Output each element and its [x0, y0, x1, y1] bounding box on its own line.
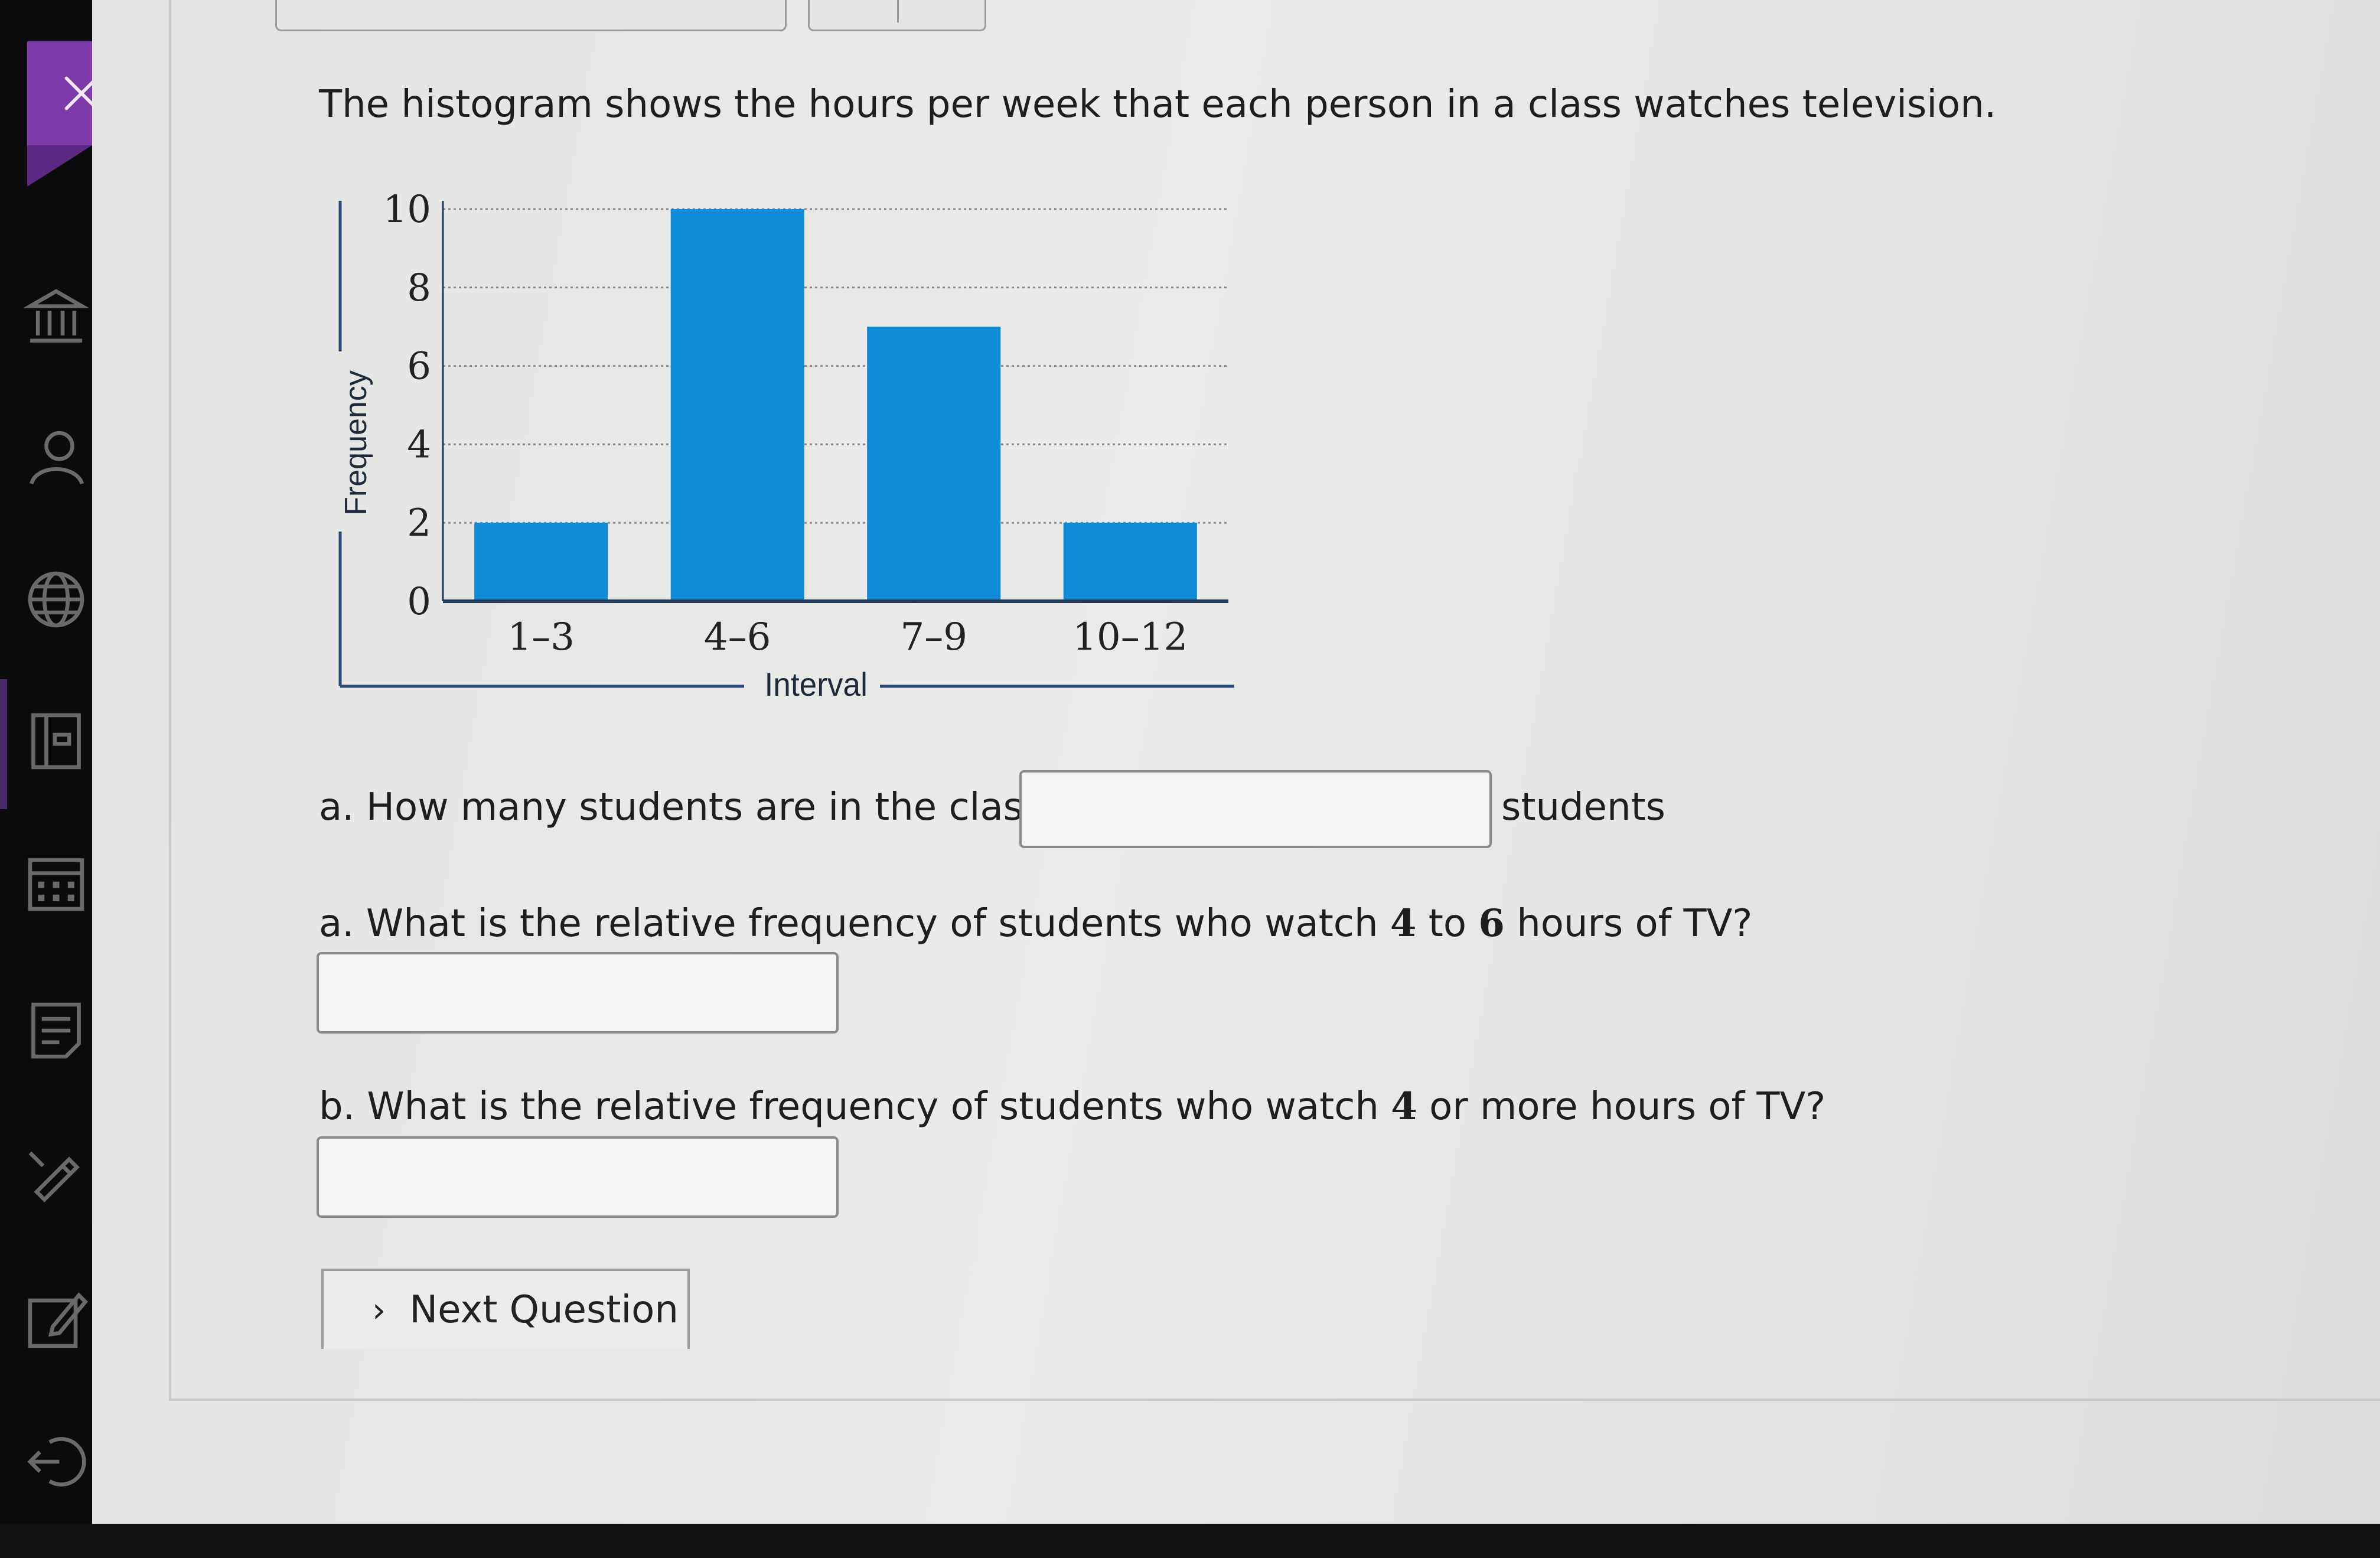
calendar-icon[interactable] [24, 850, 89, 915]
close-tab-flag [27, 145, 92, 187]
x-tick-label: 7–9 [901, 615, 967, 659]
y-tick-label: 10 [383, 188, 431, 232]
bar-2 [670, 209, 804, 601]
active-item-marker [0, 679, 7, 809]
y-tick-label: 8 [407, 266, 431, 310]
bar-3 [867, 327, 1001, 601]
answer-input-relative-frequency-4-plus[interactable] [317, 1136, 839, 1218]
next-question-button[interactable]: › Next Question [321, 1269, 690, 1349]
globe-icon[interactable] [24, 567, 89, 632]
answer-input-relative-frequency-4-6[interactable] [317, 952, 839, 1034]
bank-icon[interactable] [22, 283, 90, 348]
answer-input-students[interactable] [1019, 770, 1492, 848]
x-axis-label: Interval [764, 666, 867, 703]
sidebar [0, 0, 92, 1524]
pencil-icon[interactable] [24, 1140, 89, 1205]
book-icon[interactable] [24, 709, 89, 774]
students-unit-label: students [1501, 785, 1665, 829]
question-a1: a. How many students are in the class? [319, 785, 1063, 829]
edit-icon[interactable] [24, 1288, 89, 1352]
x-tick-label: 4–6 [704, 615, 771, 659]
logout-icon[interactable] [24, 1429, 89, 1494]
y-tick-label: 0 [407, 580, 431, 624]
y-tick-label: 4 [407, 423, 431, 467]
next-question-label: Next Question [409, 1288, 679, 1332]
bar-4 [1063, 523, 1197, 601]
person-icon[interactable] [24, 425, 89, 490]
notes-icon[interactable] [24, 998, 89, 1063]
chevron-right-icon: › [372, 1290, 386, 1330]
y-tick-label: 6 [407, 345, 431, 389]
question-intro: The histogram shows the hours per week t… [319, 83, 1997, 126]
x-tick-label: 1–3 [508, 615, 575, 659]
question-a2: a. What is the relative frequency of stu… [319, 901, 1753, 946]
bottom-strip [0, 1524, 2380, 1558]
bar-1 [474, 523, 608, 601]
histogram-chart: 0 2 4 6 8 10 1–3 4–6 7–9 10–12 Interval Frequenc… [338, 188, 1234, 703]
y-axis-label: Frequency [339, 370, 373, 516]
x-tick-label: 10–12 [1072, 615, 1188, 659]
y-tick-label: 2 [407, 501, 431, 545]
question-b: b. What is the relative frequency of stu… [319, 1084, 1826, 1129]
